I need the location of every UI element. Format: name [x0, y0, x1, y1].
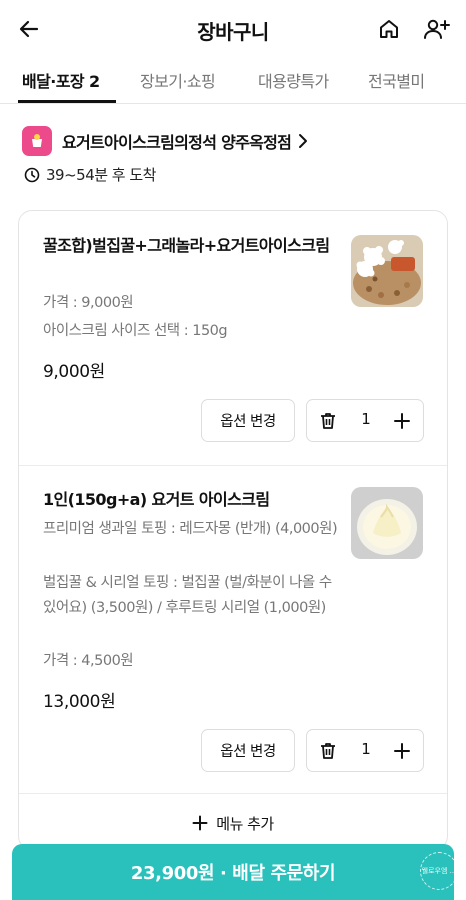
plus-icon: [192, 815, 208, 831]
quantity-stepper: 1: [306, 399, 424, 442]
item-option: 아이스크림 사이즈 선택 : 150g: [43, 323, 228, 339]
category-tabs: 배달·포장 2 장보기·쇼핑 대용량특가 전국별미: [0, 58, 466, 104]
user-plus-icon[interactable]: [420, 14, 452, 44]
app-header: 장바구니: [0, 0, 466, 58]
change-option-button[interactable]: 옵션 변경: [201, 729, 295, 772]
tab-delivery[interactable]: 배달·포장 2: [22, 68, 100, 92]
store-link[interactable]: 요거트아이스크림의정석 양주옥정점: [22, 126, 448, 156]
eta-text: 39~54분 후 도착: [46, 166, 156, 184]
active-tab-indicator: [18, 100, 116, 103]
clock-icon: [24, 167, 40, 182]
watermark-stamp: 웰로우엠 ...: [420, 852, 458, 890]
order-button[interactable]: 23,900원 · 배달 주문하기: [12, 844, 454, 900]
add-menu-label: 메뉴 추가: [216, 814, 274, 833]
item-option: 가격 : 9,000원: [43, 295, 134, 311]
tab-bulk-deals[interactable]: 대용량특가: [258, 68, 329, 92]
quantity-value: 1: [361, 410, 371, 428]
item-option: 프리미엄 생과일 토핑 : 레드자몽 (반개) (4,000원): [43, 521, 338, 537]
store-name: 요거트아이스크림의정석 양주옥정점: [62, 133, 292, 152]
item-option: 가격 : 4,500원: [43, 653, 134, 669]
cart-card: 꿀조합)벌집꿀+그래놀라+요거트아이스크림 가격 : 9,000원 아이스크림 …: [18, 210, 448, 850]
divider: [19, 465, 447, 466]
item-image: [351, 235, 423, 307]
item-option: 벌집꿀 & 시리얼 토핑 : 벌집꿀 (벌/화분이 나올 수 있어요) (3,5…: [43, 575, 332, 616]
add-menu-button[interactable]: 메뉴 추가: [19, 807, 447, 839]
trash-icon[interactable]: [315, 408, 341, 434]
divider: [19, 793, 447, 794]
item-price: 9,000원: [43, 362, 105, 382]
chevron-right-icon: [297, 133, 309, 149]
tab-delivery-label: 배달·포장: [22, 72, 85, 91]
tab-local-specialties[interactable]: 전국별미: [368, 68, 425, 92]
item-name: 1인(150g+a) 요거트 아이스크림: [43, 490, 270, 509]
item-name: 꿀조합)벌집꿀+그래놀라+요거트아이스크림: [43, 236, 330, 255]
store-logo: [22, 126, 52, 156]
delivery-eta: 39~54분 후 도착: [24, 164, 156, 185]
trash-icon[interactable]: [315, 738, 341, 764]
quantity-stepper: 1: [306, 729, 424, 772]
quantity-value: 1: [361, 740, 371, 758]
plus-icon[interactable]: [389, 738, 415, 764]
plus-icon[interactable]: [389, 408, 415, 434]
item-image: [351, 487, 423, 559]
change-option-button[interactable]: 옵션 변경: [201, 399, 295, 442]
tab-shopping[interactable]: 장보기·쇼핑: [140, 68, 216, 92]
home-icon[interactable]: [374, 14, 404, 44]
item-price: 13,000원: [43, 692, 116, 712]
tab-delivery-count: 2: [88, 72, 100, 91]
